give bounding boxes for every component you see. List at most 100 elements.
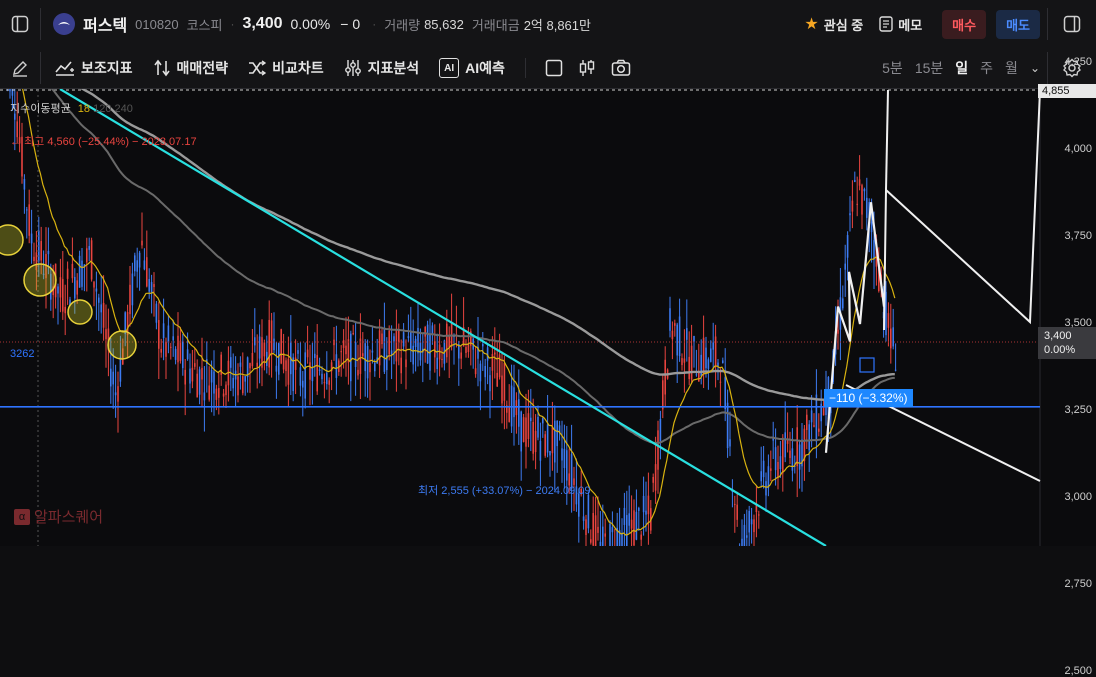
candle-body (623, 507, 626, 525)
analysis-button[interactable]: 지표분석 (344, 58, 419, 78)
y-tick-label: 3,750 (1064, 230, 1092, 242)
divider (40, 8, 41, 40)
period-day[interactable]: 일 (955, 58, 968, 78)
memo-button[interactable]: 메모 (879, 15, 922, 34)
candle-body (155, 303, 158, 323)
candle-body (587, 494, 590, 529)
candle-body (378, 330, 381, 366)
company-logo (53, 13, 75, 35)
candle-body (760, 471, 762, 482)
stock-header: 퍼스텍 010820 코스피 · 3,400 0.00% −0 · 거래량 85… (0, 0, 1096, 49)
candle-body (9, 89, 11, 92)
candle-body (590, 539, 592, 543)
candle-body (645, 510, 647, 515)
candle-body (779, 456, 782, 470)
candle-body (321, 373, 323, 380)
candle-body (630, 519, 633, 529)
candle-body (364, 343, 366, 372)
highlight-circle (67, 299, 93, 325)
candle-body (318, 369, 321, 371)
candle-body (722, 360, 724, 363)
watchlist-button[interactable]: ★ 관심 중 (804, 14, 863, 34)
candle-body (594, 515, 597, 546)
ai-forecast-button[interactable]: AI AI예측 (439, 58, 505, 78)
candle-body (566, 450, 568, 481)
candle-body (726, 402, 729, 449)
candle-body (426, 324, 429, 364)
right-panel-toggle-icon[interactable] (1048, 4, 1096, 44)
candle-body (388, 330, 390, 355)
candle-body (522, 417, 525, 442)
candle-body (621, 532, 623, 546)
period-15min[interactable]: 15분 (915, 58, 943, 78)
candle-body (138, 252, 141, 268)
candle-body (602, 526, 604, 546)
candle-body (774, 447, 777, 471)
sell-button[interactable]: 매도 (996, 9, 1040, 39)
volume-label: 거래량 (384, 17, 421, 33)
candle-body (791, 448, 794, 471)
candle-body (748, 510, 750, 533)
candle-body (544, 434, 546, 456)
y-tick-label: 3,500 (1064, 317, 1092, 329)
candle-body (359, 338, 362, 374)
candle-body (59, 277, 62, 298)
period-month[interactable]: 월 (1005, 58, 1018, 78)
candle-body (136, 260, 138, 272)
chevron-down-icon[interactable]: ⌄ (1030, 61, 1040, 75)
candle-body (383, 328, 386, 372)
candle-body (345, 345, 347, 355)
market-label: 코스피 (186, 17, 223, 33)
period-week[interactable]: 주 (980, 58, 993, 78)
stock-name[interactable]: 퍼스텍 (83, 12, 127, 36)
sidebar-toggle-icon[interactable] (0, 4, 40, 44)
candle-body (294, 357, 297, 370)
candle-body (525, 417, 527, 447)
candle-body (287, 358, 290, 385)
ma-legend-title: 지수이동평균 (10, 103, 71, 115)
price-chart[interactable] (0, 89, 1096, 546)
buy-button[interactable]: 매수 (942, 9, 987, 39)
candle-body (515, 400, 518, 416)
candle-body (707, 359, 710, 369)
candle-body (249, 363, 251, 369)
change-percent: 0.00% (290, 16, 331, 32)
candle-body (402, 332, 405, 347)
candle-body (782, 437, 784, 474)
chart-style-square-icon[interactable] (540, 48, 568, 88)
ma-18-label: 18 (77, 103, 91, 115)
candle-body (90, 240, 93, 280)
y-tick-label: 2,750 (1064, 578, 1092, 590)
candle-body (734, 503, 736, 505)
candle-body (873, 240, 875, 260)
candle-body (95, 288, 98, 292)
drawing-pen-icon[interactable] (0, 48, 40, 88)
indicators-button[interactable]: 보조지표 (55, 58, 133, 78)
candle-body (160, 348, 162, 353)
candle-body (352, 333, 354, 335)
strategy-button[interactable]: 매매전략 (153, 58, 228, 78)
candle-body (292, 357, 294, 392)
candle-body (719, 381, 722, 383)
low-annotation: 최저 2,555 (+33.07%) − 2024.09.09 (418, 485, 591, 497)
candle-body (222, 393, 225, 397)
candle-body (189, 368, 191, 384)
candle-body (208, 385, 210, 400)
camera-icon[interactable] (606, 48, 636, 88)
compare-button[interactable]: 비교차트 (248, 58, 324, 78)
candlestick-icon[interactable] (568, 48, 606, 88)
chart-toolbar: 보조지표 매매전략 비교차트 지표분석 AI AI예측 5분 15분 일 주 월… (0, 48, 1096, 89)
candle-body (371, 350, 374, 353)
gear-icon[interactable] (1048, 48, 1096, 88)
candle-body (705, 347, 707, 369)
candle-body (628, 513, 630, 526)
candle-body (374, 362, 376, 372)
candle-body (441, 358, 443, 360)
candle-body (117, 386, 119, 402)
period-5min[interactable]: 5분 (882, 58, 903, 78)
candle-body (489, 375, 491, 392)
candle-body (494, 352, 496, 355)
candle-body (690, 345, 693, 380)
candle-body (789, 450, 791, 459)
candle-body (26, 209, 28, 211)
